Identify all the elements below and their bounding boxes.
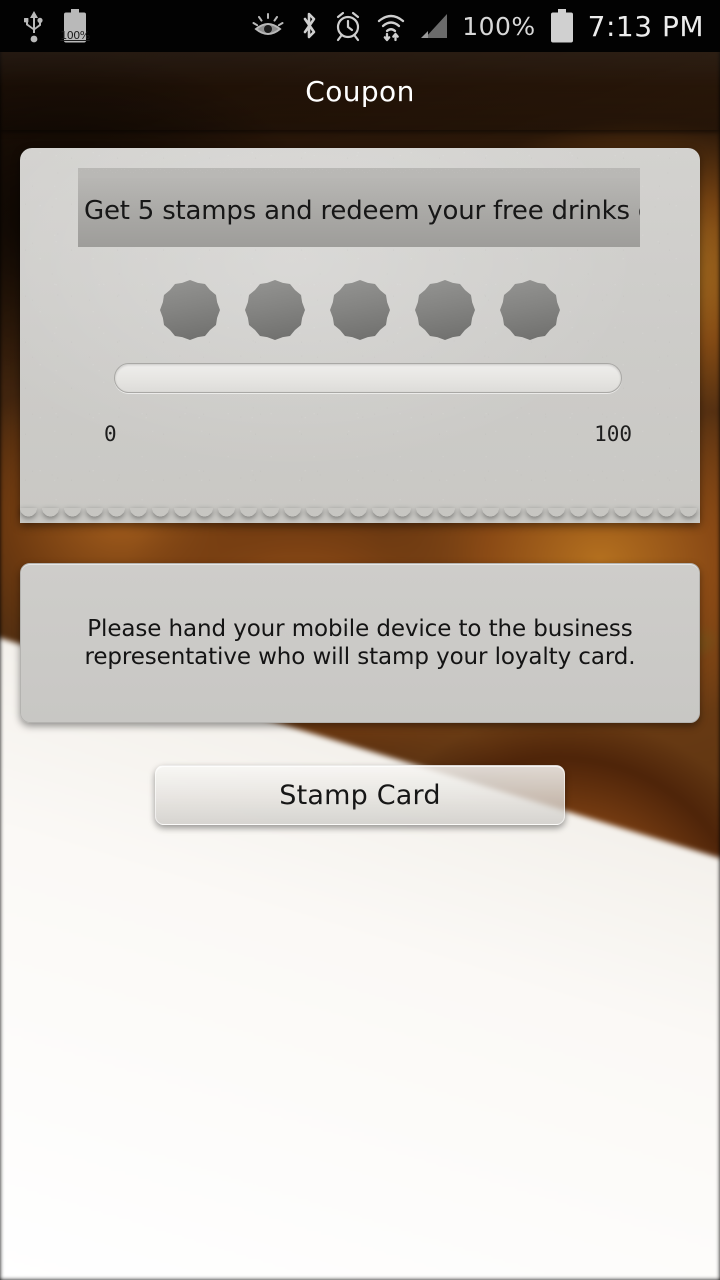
stamp-slot-2[interactable]: [245, 280, 305, 340]
wifi-icon: [378, 14, 405, 42]
stamp-slots-row: [160, 275, 560, 345]
coupon-header-scallop-edge: [78, 168, 640, 178]
progress-max-label: 100: [594, 422, 632, 446]
stamp-card-button[interactable]: Stamp Card: [155, 765, 565, 825]
status-bar-right-icons: 100% 7:13 PM: [251, 9, 720, 43]
stamp-slot-5[interactable]: [500, 280, 560, 340]
stamp-progress-bar: [114, 363, 622, 393]
battery-percent-inline-label: 100%: [60, 29, 90, 42]
app-title-bar: Coupon: [0, 52, 720, 130]
coupon-card-perforated-edge: [20, 508, 700, 525]
battery-charge-icon: 100%: [60, 9, 90, 43]
page-title: Coupon: [305, 74, 415, 108]
smart-stay-eye-icon: [252, 13, 284, 35]
stamp-slot-4[interactable]: [415, 280, 475, 340]
battery-percent-label: 100%: [462, 11, 536, 41]
coupon-offer-text: Get 5 stamps and redeem your free drinks…: [84, 196, 640, 226]
status-bar-left-icons: 100%: [0, 9, 90, 43]
cellular-signal-icon: [421, 14, 448, 38]
clock-label: 7:13 PM: [587, 9, 704, 43]
stamp-card-button-label: Stamp Card: [279, 779, 441, 811]
alarm-clock-icon: [337, 11, 360, 42]
status-bar: 100% 100% 7:13 PM: [0, 0, 720, 52]
progress-min-label: 0: [104, 422, 117, 446]
stamp-slot-3[interactable]: [330, 280, 390, 340]
coupon-offer-banner: Get 5 stamps and redeem your free drinks…: [78, 175, 640, 247]
instruction-card: Please hand your mobile device to the bu…: [20, 563, 700, 723]
usb-icon: [24, 11, 43, 43]
instruction-text: Please hand your mobile device to the bu…: [84, 615, 636, 670]
bluetooth-icon: [303, 12, 316, 39]
stamp-slot-1[interactable]: [160, 280, 220, 340]
battery-icon: [550, 9, 573, 43]
app-screen: 100% 100% 7:13 PM Coupon Get 5 stamps an…: [0, 0, 720, 1280]
